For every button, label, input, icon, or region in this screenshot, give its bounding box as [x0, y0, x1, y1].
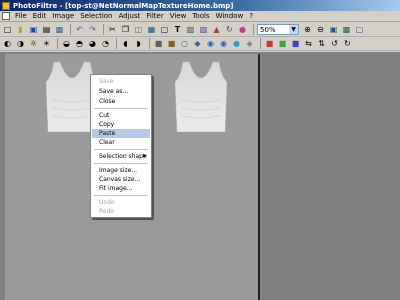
menu-item-label: Selection shape — [99, 153, 147, 160]
actual-size-icon[interactable]: ▣ — [328, 24, 339, 35]
new-file-icon[interactable]: □ — [2, 24, 13, 35]
menu-item-image-size[interactable]: Image size... — [92, 166, 150, 175]
crop-icon[interactable]: ▢ — [159, 24, 170, 35]
grayscale-icon[interactable]: ■ — [153, 38, 164, 49]
menu-item-fit-image[interactable]: Fit image... — [92, 184, 150, 193]
mirror-icon[interactable]: ⇆ — [303, 38, 314, 49]
rotate-left-icon[interactable]: ↺ — [329, 38, 340, 49]
fit-window-icon[interactable]: ▩ — [341, 24, 352, 35]
menu-window[interactable]: Window — [213, 11, 247, 22]
open-folder-icon[interactable]: ▮ — [15, 24, 26, 35]
chevron-right-icon: ▶ — [143, 153, 147, 159]
brightness-down-icon[interactable]: ☼ — [28, 38, 39, 49]
menu-adjust[interactable]: Adjust — [115, 11, 143, 22]
redo-icon[interactable]: ↷ — [87, 24, 98, 35]
context-menu: Save Save as... Close Cut Copy Paste Cle… — [90, 74, 152, 218]
menu-separator — [94, 108, 148, 109]
print-icon[interactable]: ▤ — [41, 24, 52, 35]
menu-separator — [94, 163, 148, 164]
cut-icon[interactable]: ✂ — [107, 24, 118, 35]
toolbar-separator — [116, 38, 117, 49]
menu-file[interactable]: File — [12, 11, 30, 22]
canvas-size-icon[interactable]: ▨ — [198, 24, 209, 35]
menu-item-save[interactable]: Save — [92, 77, 150, 86]
menu-edit[interactable]: Edit — [30, 11, 50, 22]
toolbar-separator — [57, 38, 58, 49]
menu-help[interactable]: ? — [246, 11, 256, 22]
toolbar-separator — [253, 24, 254, 35]
gamma-up-icon[interactable]: ◗ — [133, 38, 144, 49]
menu-item-canvas-size[interactable]: Canvas size... — [92, 175, 150, 184]
droplet-icon[interactable]: ● — [231, 38, 242, 49]
menu-bar: File Edit Image Selection Adjust Filter … — [0, 11, 400, 22]
zoom-select[interactable]: 50% ▼ — [257, 24, 299, 35]
scan-icon[interactable]: ▩ — [54, 24, 65, 35]
window-title: PhotoFiltre - [top-st@NetNormalMapTextur… — [13, 1, 234, 10]
zoom-value: 50% — [260, 25, 276, 34]
contrast-down-icon[interactable]: ◒ — [61, 38, 72, 49]
hue-icon[interactable]: ■ — [290, 38, 301, 49]
document-icon[interactable] — [2, 12, 10, 20]
rgb-icon[interactable]: ■ — [277, 38, 288, 49]
menu-item-undo[interactable]: Undo — [92, 198, 150, 207]
menu-filter[interactable]: Filter — [143, 11, 166, 22]
toolbar-separator — [260, 38, 261, 49]
save-icon[interactable]: ▣ — [28, 24, 39, 35]
toolbar-separator — [149, 38, 150, 49]
menu-item-cut[interactable]: Cut — [92, 111, 150, 120]
image-icon[interactable]: ▦ — [146, 24, 157, 35]
brightness-up-icon[interactable]: ☀ — [41, 38, 52, 49]
zoom-out-icon[interactable]: ⊖ — [315, 24, 326, 35]
rotate-icon[interactable]: ↻ — [224, 24, 235, 35]
menu-image[interactable]: Image — [49, 11, 77, 22]
menu-item-save-as[interactable]: Save as... — [92, 87, 150, 96]
transform-icon[interactable]: ▲ — [211, 24, 222, 35]
main-toolbar: □ ▮ ▣ ▤ ▩ ↶ ↷ ✂ ❐ ◫ ▦ ▢ T ▧ ▨ ▲ ↻ ● 50% … — [0, 23, 400, 37]
blur-icon[interactable]: ○ — [179, 38, 190, 49]
auto-contrast-icon[interactable]: ◑ — [15, 38, 26, 49]
title-bar: PhotoFiltre - [top-st@NetNormalMapTextur… — [0, 0, 400, 11]
menu-item-paste[interactable]: Paste — [92, 129, 150, 138]
zoom-in-icon[interactable]: ⊕ — [302, 24, 313, 35]
text-tool-icon[interactable]: T — [172, 24, 183, 35]
menu-tools[interactable]: Tools — [189, 11, 212, 22]
menu-item-clear[interactable]: Clear — [92, 138, 150, 147]
color-balance-icon[interactable]: ■ — [264, 38, 275, 49]
gamma-down-icon[interactable]: ◖ — [120, 38, 131, 49]
undo-icon[interactable]: ↶ — [74, 24, 85, 35]
menu-item-selection-shape[interactable]: Selection shape ▶ — [92, 152, 150, 161]
auto-level-icon[interactable]: ◐ — [2, 38, 13, 49]
filter-toolbar: ◐ ◑ ☼ ☀ ◒ ◓ ◕ ◔ ◖ ◗ ■ ■ ○ ◆ ◉ ◉ ● ◈ ■ ■ … — [0, 37, 400, 51]
menu-item-redo[interactable]: Redo — [92, 207, 150, 216]
menu-separator — [94, 149, 148, 150]
image-size-icon[interactable]: ▧ — [185, 24, 196, 35]
toolbar-separator — [103, 24, 104, 35]
menu-item-copy[interactable]: Copy — [92, 120, 150, 129]
menu-separator — [94, 195, 148, 196]
emboss-icon[interactable]: ◈ — [244, 38, 255, 49]
menu-selection[interactable]: Selection — [77, 11, 115, 22]
palette-icon[interactable]: ● — [237, 24, 248, 35]
drop-alt-icon[interactable]: ◉ — [218, 38, 229, 49]
chevron-down-icon[interactable]: ▼ — [289, 25, 298, 34]
drop-icon[interactable]: ◉ — [205, 38, 216, 49]
rotate-right-icon[interactable]: ↻ — [342, 38, 353, 49]
saturation-down-icon[interactable]: ◕ — [87, 38, 98, 49]
sharpen-icon[interactable]: ◆ — [192, 38, 203, 49]
menu-view[interactable]: View — [167, 11, 190, 22]
toolbar-separator — [70, 24, 71, 35]
contrast-up-icon[interactable]: ◓ — [74, 38, 85, 49]
saturation-up-icon[interactable]: ◔ — [100, 38, 111, 49]
copy-icon[interactable]: ❐ — [120, 24, 131, 35]
flip-icon[interactable]: ⇅ — [316, 38, 327, 49]
menu-item-close[interactable]: Close — [92, 97, 150, 106]
tank-top-right-image — [175, 61, 227, 132]
app-icon[interactable] — [2, 1, 10, 10]
full-screen-icon[interactable]: ▢ — [354, 24, 365, 35]
paste-icon[interactable]: ◫ — [133, 24, 144, 35]
sepia-icon[interactable]: ■ — [166, 38, 177, 49]
